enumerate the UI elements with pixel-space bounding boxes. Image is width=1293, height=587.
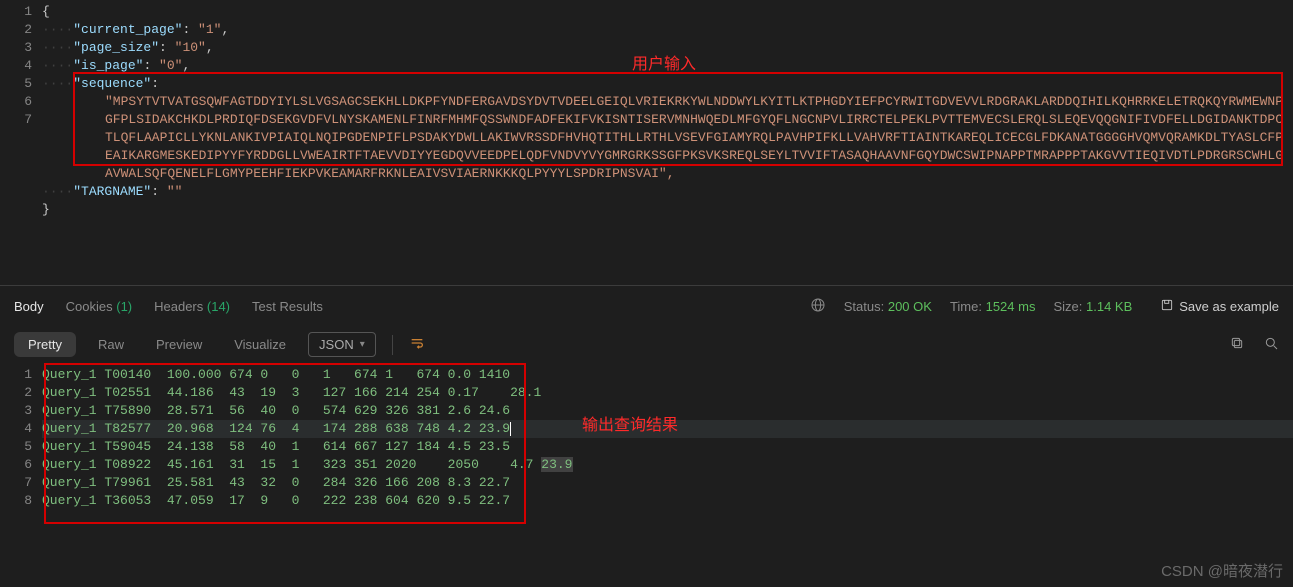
save-as-example-label: Save as example [1179, 299, 1279, 314]
chevron-down-icon: ▾ [360, 339, 365, 350]
tab-cookies-label: Cookies [66, 299, 113, 314]
time-value: 1524 ms [986, 299, 1036, 314]
annotation-user-input: 用户输入 [632, 56, 696, 74]
sequence-value: "MPSYTVTVATGSQWFAGTDDYIYLSLVGSAGCSEKHLLD… [42, 93, 1293, 183]
size-block: Size: 1.14 KB [1053, 299, 1132, 314]
time-label: Time: [950, 299, 982, 314]
search-icon[interactable] [1263, 335, 1279, 354]
response-tabs-row: Body Cookies (1) Headers (14) Test Resul… [0, 286, 1293, 326]
tab-test-results[interactable]: Test Results [252, 299, 323, 314]
result-row: Query_1 T79961 25.581 43 32 0 284 326 16… [42, 474, 1293, 492]
status-value: 200 OK [888, 299, 932, 314]
watermark-text: CSDN @暗夜潜行 [1161, 560, 1283, 581]
word-wrap-icon[interactable] [409, 335, 425, 354]
tab-headers-count: (14) [207, 299, 230, 314]
save-icon [1160, 298, 1174, 315]
tab-cookies[interactable]: Cookies (1) [66, 299, 132, 314]
status-label: Status: [844, 299, 884, 314]
view-raw-button[interactable]: Raw [88, 332, 134, 357]
line-gutter-results: 12345678 [0, 363, 42, 510]
copy-icon[interactable] [1229, 335, 1245, 354]
view-visualize-button[interactable]: Visualize [224, 332, 296, 357]
result-row: Query_1 T59045 24.138 58 40 1 614 667 12… [42, 438, 1293, 456]
tab-cookies-count: (1) [116, 299, 132, 314]
line-gutter-top: 1234567 [0, 0, 42, 285]
view-pretty-button[interactable]: Pretty [14, 332, 76, 357]
format-dropdown-label: JSON [319, 337, 354, 352]
annotation-output-result: 输出查询结果 [582, 417, 678, 435]
size-value: 1.14 KB [1086, 299, 1132, 314]
format-dropdown[interactable]: JSON ▾ [308, 332, 376, 357]
result-row: Query_1 T00140 100.000 674 0 0 1 674 1 6… [42, 366, 1293, 384]
results-code[interactable]: Query_1 T00140 100.000 674 0 0 1 674 1 6… [42, 363, 1293, 510]
tab-headers-label: Headers [154, 299, 203, 314]
result-row: Query_1 T08922 45.161 31 15 1 323 351 20… [42, 456, 1293, 474]
status-block: Status: 200 OK [844, 299, 932, 314]
time-block: Time: 1524 ms [950, 299, 1036, 314]
code-area-top[interactable]: {····"current_page": "1",····"page_size"… [42, 0, 1293, 285]
result-row: Query_1 T36053 47.059 17 9 0 222 238 604… [42, 492, 1293, 510]
tab-body[interactable]: Body [14, 299, 44, 314]
result-row: Query_1 T02551 44.186 43 19 3 127 166 21… [42, 384, 1293, 402]
view-preview-button[interactable]: Preview [146, 332, 212, 357]
network-icon[interactable] [810, 297, 826, 316]
response-body-area: 12345678 Query_1 T00140 100.000 674 0 0 … [0, 363, 1293, 510]
request-body-editor: 1234567 {····"current_page": "1",····"pa… [0, 0, 1293, 285]
view-toolbar: Pretty Raw Preview Visualize JSON ▾ [0, 326, 1293, 363]
size-label: Size: [1053, 299, 1082, 314]
vertical-separator [392, 335, 393, 355]
tab-headers[interactable]: Headers (14) [154, 299, 230, 314]
save-as-example-button[interactable]: Save as example [1160, 298, 1279, 315]
